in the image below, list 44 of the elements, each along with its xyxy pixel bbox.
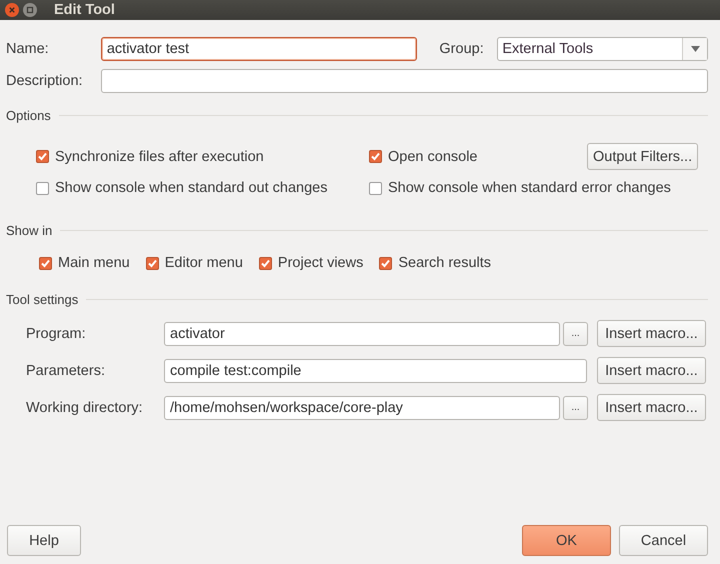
dialog-button[interactable]: Help [7, 525, 81, 556]
checkbox-label[interactable]: Search results [398, 255, 492, 271]
field-label: Group: [439, 41, 485, 57]
text-field[interactable]: activator [164, 322, 560, 346]
dialog-button[interactable]: Cancel [619, 525, 708, 556]
name-field[interactable]: activator test [100, 37, 418, 61]
close-icon[interactable] [5, 3, 19, 17]
browse-button[interactable]: ... [563, 322, 588, 346]
insert-macro-button[interactable]: Insert macro... [597, 394, 706, 421]
maximize-icon[interactable] [23, 3, 37, 17]
field-label: Parameters: [26, 362, 106, 378]
checkbox-label[interactable]: Main menu [58, 255, 130, 271]
field-label: Description: [6, 73, 84, 89]
text-field[interactable]: /home/mohsen/workspace/core-play [164, 396, 560, 420]
field-label: Working directory: [26, 400, 144, 416]
dropdown-arrow-icon [690, 46, 700, 52]
output-filters-button[interactable]: Output Filters... [587, 143, 698, 170]
window-title: Edit Tool [54, 2, 115, 18]
group-dropdown[interactable]: External Tools [497, 37, 708, 61]
checkbox-label[interactable]: Show console when standard out changes [55, 180, 328, 196]
section-title: Options [6, 108, 51, 122]
checkbox[interactable] [369, 182, 382, 194]
checkbox-label[interactable]: Synchronize files after execution [55, 148, 264, 164]
checkbox-label[interactable]: Project views [278, 255, 364, 271]
section-title: Tool settings [6, 292, 78, 306]
ok-button[interactable]: OK [522, 525, 611, 556]
checkbox[interactable] [379, 256, 392, 270]
field-label: Program: [26, 326, 87, 342]
insert-macro-button[interactable]: Insert macro... [597, 357, 706, 384]
checkbox[interactable] [36, 150, 49, 163]
checkbox[interactable] [369, 150, 382, 163]
checkbox[interactable] [39, 256, 52, 270]
checkbox[interactable] [36, 182, 49, 194]
section-title: Show in [6, 222, 52, 238]
checkbox-label[interactable]: Editor menu [164, 255, 243, 271]
browse-button[interactable]: ... [563, 396, 588, 420]
checkbox[interactable] [258, 256, 272, 270]
insert-macro-button[interactable]: Insert macro... [597, 320, 706, 347]
checkbox-label[interactable]: Show console when standard error changes [388, 180, 671, 196]
checkbox[interactable] [146, 256, 159, 270]
text-field[interactable]: compile test:compile [164, 358, 587, 382]
description-field[interactable] [101, 69, 708, 93]
checkbox-label[interactable]: Open console [388, 148, 478, 164]
field-label: Name: [6, 41, 50, 57]
